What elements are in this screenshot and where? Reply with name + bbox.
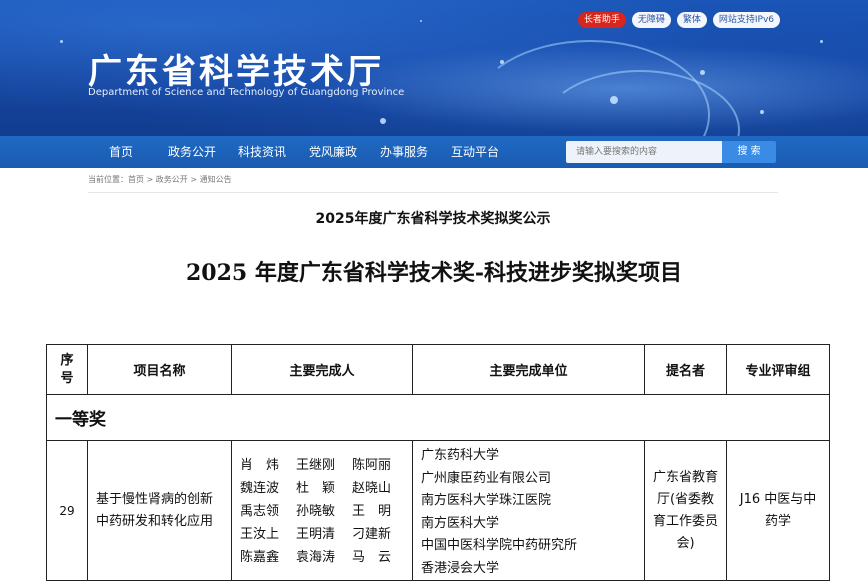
decor-dot: [760, 110, 764, 114]
decor-dot: [820, 40, 823, 43]
search-input[interactable]: [566, 141, 722, 163]
nominator: 广东省教育厅(省委教育工作委员会): [644, 440, 727, 581]
unit-name: 中国中医科学院中药研究所: [421, 538, 578, 553]
project-name: 基于慢性肾病的创新中药研发和转化应用: [87, 440, 232, 581]
header-nominator: 提名者: [644, 344, 727, 395]
unit-name: 广州康臣药业有限公司: [421, 470, 552, 486]
people-cell: 肖 炜 王继刚 陈阿丽 魏连波 杜 颖 赵晓山 禹志领 孙晓敏 王 明 王汝上 …: [231, 440, 413, 581]
notice-header: 2025年度广东省科学技术奖拟奖公示: [88, 192, 778, 240]
person-name: 王明清: [296, 527, 336, 542]
breadcrumb: 当前位置：首页 > 政务公开 > 通知公告: [88, 175, 232, 184]
person-name: 魏连波: [240, 481, 280, 496]
header-group: 专业评审组: [726, 344, 830, 395]
header-units: 主要完成单位: [412, 344, 645, 395]
elder-assistant-link[interactable]: 长者助手: [577, 12, 626, 28]
search-button[interactable]: 搜 索: [722, 141, 776, 163]
header-project: 项目名称: [87, 344, 232, 395]
header-people: 主要完成人: [231, 344, 413, 395]
person-name: 刁建新: [352, 527, 392, 542]
person-name: 王继刚: [296, 458, 336, 473]
units-cell: 广东药科大学 广州康臣药业有限公司 南方医科大学珠江医院 南方医科大学 中国中医…: [412, 440, 645, 581]
person-name: 杜 颖: [296, 481, 336, 496]
person-name: 袁海涛: [296, 550, 336, 565]
site-subtitle: Department of Science and Technology of …: [88, 87, 405, 98]
top-links: 长者助手 无障碍 繁体 网站支持IPv6: [577, 12, 780, 28]
notice-title: 2025年度广东省科学技术奖拟奖公示: [315, 211, 551, 227]
traditional-chinese-link[interactable]: 繁体: [676, 12, 707, 28]
table-header-row: 序 号 项目名称 主要完成人 主要完成单位 提名者 专业评审组: [46, 344, 830, 395]
ipv6-badge: 网站支持IPv6: [712, 12, 780, 28]
decor-dot: [380, 118, 386, 124]
person-name: 陈阿丽: [352, 458, 392, 473]
decor-dot: [60, 40, 63, 43]
nav-item-party-integrity[interactable]: 党风廉政: [309, 136, 357, 168]
person-name: 赵晓山: [352, 481, 392, 496]
person-name: 王汝上: [240, 527, 280, 542]
person-name: 王 明: [352, 504, 392, 519]
person-name: 禹志领: [240, 504, 280, 519]
award-table: 序 号 项目名称 主要完成人 主要完成单位 提名者 专业评审组 一等奖 29 基…: [46, 344, 830, 581]
grade-row: 一等奖: [46, 394, 830, 441]
header-seq-line2: 号: [60, 370, 74, 386]
site-title: 广东省科学技术厅: [88, 52, 384, 92]
header-seq-line1: 序: [60, 352, 74, 368]
unit-name: 南方医科大学: [421, 515, 500, 531]
decor-dot: [700, 70, 705, 75]
table-row: 29 基于慢性肾病的创新中药研发和转化应用 肖 炜 王继刚 陈阿丽 魏连波 杜 …: [46, 440, 830, 581]
nav-item-tech-news[interactable]: 科技资讯: [238, 136, 286, 168]
person-name: 陈嘉錱: [240, 550, 280, 565]
accessibility-link[interactable]: 无障碍: [631, 12, 671, 28]
unit-name: 广东药科大学: [421, 448, 500, 463]
review-group: J16 中医与中药学: [726, 440, 830, 581]
nav-item-government-affairs[interactable]: 政务公开: [168, 136, 216, 168]
site-banner: 广东省科学技术厅 Department of Science and Techn…: [0, 0, 868, 136]
nav-item-interaction[interactable]: 互动平台: [451, 136, 499, 168]
header-seq: 序 号: [46, 344, 88, 395]
person-name: 孙晓敏: [296, 504, 336, 519]
nav-item-home[interactable]: 首页: [109, 136, 133, 168]
person-name: 肖 炜: [240, 458, 280, 473]
unit-name: 南方医科大学珠江医院: [421, 493, 552, 508]
person-name: 马 云: [352, 550, 392, 565]
decor-dot: [420, 20, 422, 22]
document-title: 2025 年度广东省科学技术奖-科技进步奖拟奖项目: [185, 260, 683, 286]
people-list: 肖 炜 王继刚 陈阿丽 魏连波 杜 颖 赵晓山 禹志领 孙晓敏 王 明 王汝上 …: [240, 455, 406, 568]
grade-label: 一等奖: [46, 394, 830, 441]
nav-item-services[interactable]: 办事服务: [380, 136, 428, 168]
unit-name: 香港浸会大学: [421, 560, 500, 576]
main-nav: 首页 政务公开 科技资讯 党风廉政 办事服务 互动平台 搜 索: [0, 136, 868, 168]
row-number: 29: [46, 440, 88, 581]
